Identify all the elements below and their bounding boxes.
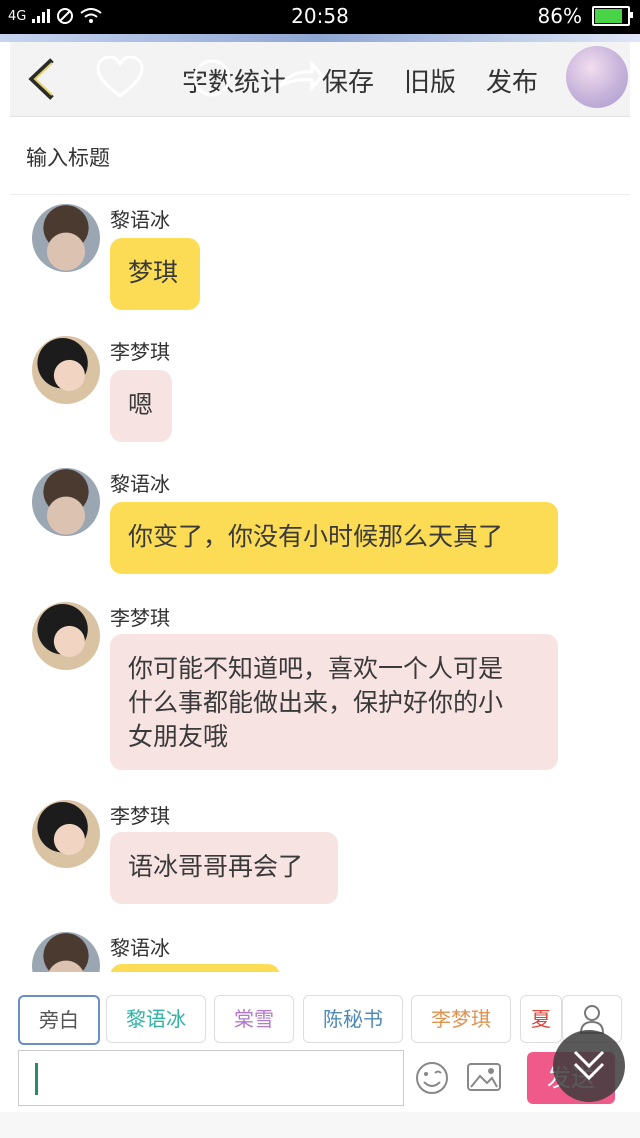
undo-icon[interactable] <box>192 58 232 98</box>
text-caret <box>35 1063 38 1095</box>
status-bar: 4G 20:58 86% <box>0 0 640 34</box>
header-decoration <box>0 34 640 42</box>
message-line: 你可能不知道吧，喜欢一个人可是 <box>128 654 504 683</box>
message-bubble[interactable]: 你可能不知道吧，喜欢一个人可是 什么事都能做出来，保护好你的小 女朋友哦 <box>110 634 558 770</box>
sender-name: 黎语冰 <box>110 208 170 232</box>
message-input[interactable] <box>18 1050 404 1106</box>
status-right: 86% <box>537 4 633 28</box>
sender-name: 黎语冰 <box>110 472 170 496</box>
redo-icon[interactable] <box>276 60 324 96</box>
sender-name: 李梦琪 <box>110 804 170 828</box>
avatar[interactable] <box>32 932 100 972</box>
message-bubble[interactable]: 嗯 <box>110 370 172 442</box>
emoji-icon[interactable] <box>414 1060 450 1096</box>
scroll-to-bottom-button[interactable] <box>553 1030 625 1102</box>
battery-icon <box>592 6 633 26</box>
sender-name: 李梦琪 <box>110 340 170 364</box>
avatar[interactable] <box>32 602 100 670</box>
bottom-strip <box>0 1112 640 1138</box>
role-chip[interactable]: 棠雪 <box>214 995 294 1043</box>
battery-percent: 86% <box>537 4 582 28</box>
avatar[interactable] <box>32 468 100 536</box>
message-bubble[interactable]: 语冰哥哥再会了 <box>110 832 338 904</box>
message-bubble[interactable]: 你变了，你没有小时候那么天真了 <box>110 502 558 574</box>
message-line: 女朋友哦 <box>128 722 229 751</box>
avatar[interactable] <box>32 336 100 404</box>
composer: 发送 <box>10 1048 630 1110</box>
double-chevron-down-icon <box>573 1050 605 1081</box>
user-avatar[interactable] <box>566 46 628 108</box>
publish-button[interactable]: 发布 <box>486 62 538 99</box>
role-chip[interactable]: 黎语冰 <box>106 995 206 1043</box>
sender-name: 黎语冰 <box>110 936 170 960</box>
heart-icon[interactable] <box>96 56 144 100</box>
avatar[interactable] <box>32 204 100 272</box>
title-placeholder: 输入标题 <box>26 146 110 170</box>
chat-area: 黎语冰 梦琪 李梦琪 嗯 黎语冰 你变了，你没有小时候那么天真了 李梦琪 你可能… <box>10 196 630 972</box>
role-selector: 旁白 黎语冰 棠雪 陈秘书 李梦琪 夏 <box>10 990 630 1046</box>
message-line: 什么事都能做出来，保护好你的小 <box>128 688 504 717</box>
back-icon[interactable] <box>24 56 60 102</box>
sender-name: 李梦琪 <box>110 606 170 630</box>
role-chip[interactable]: 李梦琪 <box>411 995 511 1043</box>
old-version-button[interactable]: 旧版 <box>404 62 456 99</box>
role-chip[interactable]: 陈秘书 <box>303 995 403 1043</box>
role-chip-narrator[interactable]: 旁白 <box>18 995 100 1045</box>
save-button[interactable]: 保存 <box>322 62 374 99</box>
avatar[interactable] <box>32 800 100 868</box>
message-bubble[interactable] <box>110 964 280 972</box>
image-icon[interactable] <box>466 1062 502 1094</box>
message-bubble[interactable]: 梦琪 <box>110 238 200 310</box>
editor-toolbar: 字数统计 保存 旧版 发布 <box>10 42 630 117</box>
title-field[interactable]: 输入标题 <box>10 118 630 195</box>
